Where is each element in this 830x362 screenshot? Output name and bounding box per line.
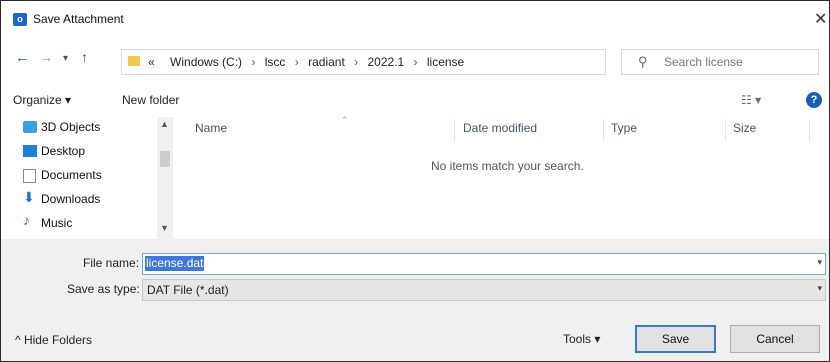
command-bar: Organize ▾ New folder ☷ ▾ ? [1, 87, 829, 117]
breadcrumb-radiant[interactable]: radiant [308, 55, 345, 69]
save-type-value: DAT File (*.dat) [147, 283, 229, 297]
file-list: Name ⌃ Date modified Type Size No items … [173, 115, 829, 239]
breadcrumb-separator-icon[interactable]: › [348, 55, 364, 69]
hide-folders-button[interactable]: ^ Hide Folders [15, 333, 92, 347]
column-divider[interactable] [603, 119, 604, 141]
folder-icon [128, 56, 140, 66]
sidebar-item-desktop[interactable]: Desktop [41, 141, 85, 161]
column-divider[interactable] [454, 119, 455, 141]
help-icon[interactable]: ? [806, 92, 822, 108]
search-placeholder: Search license [664, 55, 743, 69]
breadcrumb-separator-icon[interactable]: › [289, 55, 305, 69]
scroll-down-icon[interactable]: ▼ [160, 223, 169, 233]
cancel-button[interactable]: Cancel [730, 325, 820, 353]
column-header-type[interactable]: Type [611, 121, 637, 135]
breadcrumb-overflow[interactable]: « [148, 55, 155, 69]
breadcrumb-separator-icon[interactable]: › [408, 55, 424, 69]
chevron-down-icon[interactable]: ▾ [817, 283, 822, 294]
up-arrow-icon[interactable]: ↑ [81, 49, 88, 65]
file-name-label: File name: [83, 256, 140, 270]
save-type-label: Save as type: [67, 282, 140, 296]
organize-button[interactable]: Organize ▾ [13, 93, 71, 107]
breadcrumb-lscc[interactable]: lscc [265, 55, 286, 69]
window-title: Save Attachment [33, 12, 124, 26]
desktop-icon [23, 145, 37, 157]
chevron-down-icon[interactable]: ▾ [817, 257, 822, 268]
navigation-scrollbar[interactable]: ▲ ▼ [157, 117, 173, 239]
save-type-select[interactable]: DAT File (*.dat) ▾ [142, 279, 826, 301]
navigation-pane: 3D Objects Desktop Documents ⬇ Downloads… [1, 117, 173, 239]
save-button[interactable]: Save [635, 325, 716, 353]
close-icon[interactable]: ✕ [814, 9, 827, 29]
sidebar-item-downloads[interactable]: Downloads [41, 189, 100, 209]
sort-up-icon: ⌃ [341, 115, 349, 125]
new-folder-button[interactable]: New folder [122, 93, 179, 107]
forward-arrow-icon[interactable]: → [39, 49, 53, 65]
title-bar: o Save Attachment ✕ [1, 1, 829, 39]
save-attachment-dialog: o Save Attachment ✕ ← → ▾ ↑ « Windows (C… [0, 0, 830, 362]
documents-icon [23, 169, 36, 183]
column-header-size[interactable]: Size [733, 121, 756, 135]
column-divider[interactable] [809, 119, 810, 141]
column-header-date-modified[interactable]: Date modified [463, 121, 537, 135]
address-bar[interactable]: « Windows (C:) › lscc › radiant › 2022.1… [121, 49, 713, 75]
sidebar-item-music[interactable]: Music [41, 213, 72, 233]
breadcrumb-2022-1[interactable]: 2022.1 [367, 55, 404, 69]
sidebar-item-documents[interactable]: Documents [41, 165, 102, 185]
scroll-up-icon[interactable]: ▲ [160, 119, 169, 129]
search-icon: ⚲ [638, 54, 648, 69]
save-form: File name: license.dat ▾ Save as type: D… [1, 239, 829, 361]
column-header-name[interactable]: Name [195, 121, 227, 135]
3d-objects-icon [23, 121, 37, 133]
scrollbar-thumb[interactable] [160, 151, 170, 167]
back-arrow-icon[interactable]: ← [15, 49, 30, 66]
breadcrumb-windows-c[interactable]: Windows (C:) [170, 55, 242, 69]
outlook-app-icon: o [13, 13, 27, 26]
downloads-icon: ⬇ [23, 189, 35, 205]
breadcrumb-license[interactable]: license [427, 55, 464, 69]
file-name-input[interactable]: license.dat ▾ [142, 253, 826, 275]
file-name-value: license.dat [145, 256, 205, 271]
breadcrumb-spacer [158, 55, 170, 69]
music-icon: ♪ [23, 212, 30, 228]
sidebar-item-3d-objects[interactable]: 3D Objects [41, 117, 100, 137]
breadcrumb: « Windows (C:) › lscc › radiant › 2022.1… [148, 55, 464, 69]
search-input[interactable]: ⚲ Search license [621, 49, 819, 75]
empty-message: No items match your search. [431, 159, 584, 173]
breadcrumb-separator-icon[interactable]: › [245, 55, 261, 69]
column-divider[interactable] [725, 119, 726, 141]
view-options-icon[interactable]: ☷ ▾ [741, 93, 761, 107]
address-row: ← → ▾ ↑ « Windows (C:) › lscc › radiant … [1, 39, 829, 81]
tools-button[interactable]: Tools ▾ [563, 332, 600, 346]
recent-locations-chevron-icon[interactable]: ▾ [63, 53, 68, 64]
